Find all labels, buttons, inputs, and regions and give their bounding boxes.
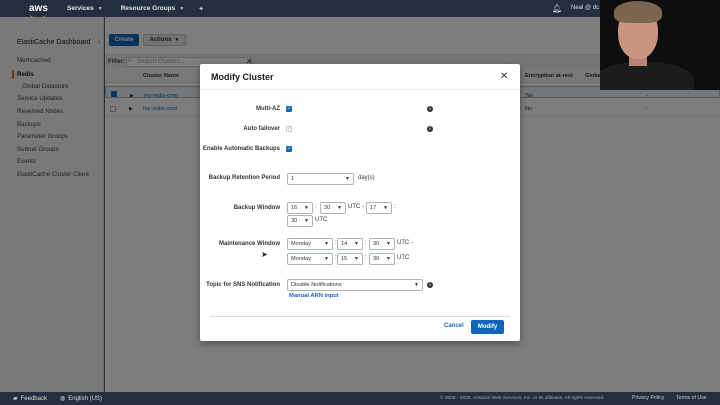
chevron-down-icon: ▼	[179, 5, 185, 12]
footer: ▰ Feedback ◍ English (US) © 2008 - 2020, A…	[0, 392, 720, 405]
backup-start-min-select[interactable]: 30 ▼	[320, 202, 346, 214]
modify-cluster-dialog: Modify Cluster ✕ Multi-AZ ✓ i Auto failo…	[200, 64, 520, 341]
backups-label: Enable Automatic Backups	[202, 146, 280, 152]
retention-select[interactable]: 1 ▼	[287, 173, 354, 185]
close-icon[interactable]: ✕	[500, 71, 508, 82]
chevron-down-icon: ▼	[383, 205, 388, 211]
maintenance-window-label: Maintenance Window	[219, 241, 280, 247]
chevron-down-icon: ▼	[304, 218, 309, 224]
terms-link[interactable]: Terms of Use	[676, 395, 707, 401]
feedback-link[interactable]: ▰ Feedback	[13, 395, 47, 403]
auto-failover-checkbox[interactable]: ✓	[286, 126, 292, 132]
backup-start-hour-select[interactable]: 16 ▼	[287, 202, 313, 214]
sns-topic-select[interactable]: Disable Notifications ▼	[287, 279, 423, 291]
resource-groups-menu[interactable]: Resource Groups ▼	[121, 5, 185, 12]
speech-bubble-icon: ▰	[13, 396, 18, 402]
modify-button[interactable]: Modify	[471, 320, 504, 334]
backup-end-hour-select[interactable]: 17 ▼	[366, 202, 392, 214]
auto-failover-label: Auto failover	[243, 126, 280, 132]
info-icon[interactable]: i	[427, 282, 433, 288]
divider	[210, 316, 510, 317]
chevron-down-icon: ▼	[386, 241, 391, 247]
check-icon: ✓	[286, 106, 292, 112]
maint-start-hour-select[interactable]: 14 ▼	[337, 238, 363, 250]
dialog-header: Modify Cluster ✕	[200, 64, 520, 90]
maint-start-day-select[interactable]: Monday ▼	[287, 238, 333, 250]
maint-end-min-select[interactable]: 30 ▼	[369, 253, 395, 265]
info-icon[interactable]: i	[427, 106, 433, 112]
check-icon: ✓	[286, 146, 292, 152]
backup-end-min-select[interactable]: 30 ▼	[287, 215, 313, 227]
time-separator: :	[365, 255, 367, 261]
check-icon: ✓	[287, 126, 292, 132]
mouse-cursor-icon: ➤	[261, 250, 268, 259]
multi-az-checkbox[interactable]: ✓	[286, 106, 292, 112]
utc-text: UTC	[315, 217, 328, 223]
time-separator: :	[394, 204, 396, 210]
multi-az-label: Multi-AZ	[256, 106, 280, 112]
maint-end-day-select[interactable]: Monday ▼	[287, 253, 333, 265]
presenter-hair	[614, 1, 662, 23]
chevron-down-icon: ▼	[345, 176, 350, 182]
maint-end-hour-select[interactable]: 15 ▼	[337, 253, 363, 265]
chevron-down-icon: ▼	[354, 256, 359, 262]
dialog-title: Modify Cluster	[211, 72, 274, 82]
manual-arn-link[interactable]: Manual ARN input	[289, 293, 339, 299]
aws-logo[interactable]: aws	[29, 3, 49, 18]
backup-window-label: Backup Window	[233, 205, 280, 211]
chevron-down-icon: ▼	[354, 241, 359, 247]
services-menu[interactable]: Services ▼	[67, 5, 103, 12]
globe-icon: ◍	[59, 396, 66, 402]
user-menu[interactable]: Neal @ dc	[571, 5, 599, 11]
time-separator: :	[315, 204, 317, 210]
chevron-down-icon: ▼	[324, 241, 329, 247]
retention-label: Backup Retention Period	[208, 175, 280, 181]
chevron-down-icon: ▼	[97, 5, 103, 12]
chevron-down-icon: ▼	[337, 205, 342, 211]
cancel-button[interactable]: Cancel	[444, 323, 464, 329]
bell-icon[interactable]: 🔔︎	[552, 4, 562, 13]
presenter-shoulders	[600, 62, 694, 90]
webcam-overlay	[600, 0, 720, 90]
privacy-link[interactable]: Privacy Policy	[632, 395, 664, 401]
chevron-down-icon: ▼	[386, 256, 391, 262]
utc-dash-text: UTC -	[397, 240, 413, 246]
retention-unit: day(s)	[358, 175, 375, 181]
chevron-down-icon: ▼	[324, 256, 329, 262]
backups-checkbox[interactable]: ✓	[286, 146, 292, 152]
utc-dash-text: UTC -	[348, 204, 364, 210]
info-icon[interactable]: i	[427, 126, 433, 132]
maint-start-min-select[interactable]: 30 ▼	[369, 238, 395, 250]
utc-text: UTC	[397, 255, 410, 261]
chevron-down-icon: ▼	[414, 282, 419, 288]
sns-topic-label: Topic for SNS Notification	[206, 282, 280, 288]
copyright-text: © 2008 - 2020, Amazon Web Services, Inc.…	[440, 396, 605, 401]
time-separator: :	[365, 240, 367, 246]
language-selector[interactable]: ◍ English (US)	[59, 395, 102, 403]
pin-icon[interactable]: ✦	[198, 5, 204, 13]
chevron-down-icon: ▼	[304, 205, 309, 211]
